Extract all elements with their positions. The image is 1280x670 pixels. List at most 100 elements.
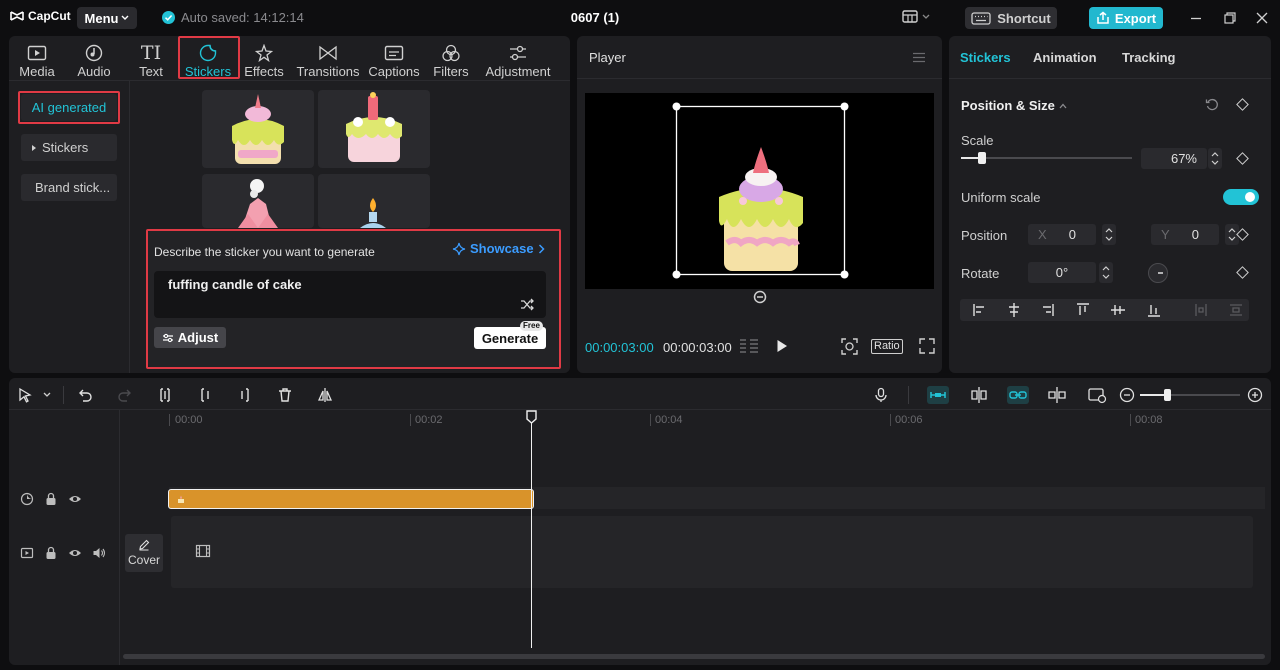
horizontal-scrollbar[interactable] <box>123 654 1265 659</box>
split-icon[interactable] <box>157 387 173 403</box>
sticker-thumbnail[interactable] <box>202 90 314 168</box>
captions-icon <box>384 45 404 61</box>
volume-icon[interactable] <box>92 546 106 560</box>
undo-icon[interactable] <box>77 387 93 403</box>
position-size-header[interactable]: Position & Size <box>961 98 1067 113</box>
link-icon <box>1009 391 1027 399</box>
ruler-tick <box>410 414 411 426</box>
tab-tracking[interactable]: Tracking <box>1122 50 1175 65</box>
split-left-icon[interactable] <box>197 387 213 403</box>
zoom-slider[interactable] <box>1140 389 1240 401</box>
sticker-thumbnail[interactable] <box>318 174 430 228</box>
fit-frame-icon[interactable] <box>841 338 858 355</box>
close-icon[interactable] <box>1254 10 1270 26</box>
linkage-toggle[interactable] <box>1007 386 1029 404</box>
tab-adjustment[interactable]: Adjustment <box>483 39 553 79</box>
keyframe-diamond-icon[interactable] <box>1236 152 1249 165</box>
play-icon[interactable] <box>776 339 788 353</box>
zoom-slider-handle[interactable] <box>1164 389 1171 401</box>
sticker-clip[interactable] <box>168 489 534 509</box>
align-center-h-icon <box>1009 303 1019 317</box>
rotate-stepper[interactable] <box>1099 262 1113 283</box>
ruler-tick <box>650 414 651 426</box>
minimize-icon[interactable] <box>1188 10 1204 26</box>
rotate-input[interactable]: 0° <box>1028 262 1096 283</box>
time-ruler[interactable] <box>169 414 1269 428</box>
sidebar-item-brand-stickers[interactable]: Brand stick... <box>21 174 117 201</box>
align-left-icon <box>973 304 984 316</box>
keyframe-diamond-icon[interactable] <box>1236 98 1249 111</box>
keyframe-diamond-icon[interactable] <box>1236 266 1249 279</box>
main-track-magnet-icon <box>930 392 946 398</box>
export-button[interactable]: Export <box>1089 7 1163 29</box>
eye-icon[interactable] <box>68 492 82 506</box>
tab-effects[interactable]: Effects <box>243 39 285 79</box>
layout-menu[interactable] <box>902 10 930 23</box>
stepper-arrows-icon <box>1211 152 1219 165</box>
zoom-out-icon[interactable] <box>1119 387 1135 403</box>
position-y-input[interactable]: Y 0 <box>1151 224 1219 245</box>
hamburger-icon[interactable] <box>912 52 926 63</box>
rotate-handle-icon[interactable] <box>752 290 768 304</box>
ratio-button[interactable]: Ratio <box>871 339 903 354</box>
y-label: Y <box>1161 227 1170 242</box>
sticker-thumbnail[interactable] <box>202 174 314 228</box>
magnet-toggle[interactable] <box>927 386 949 404</box>
tab-transitions[interactable]: Transitions <box>296 39 360 79</box>
preview-axis-icon[interactable] <box>1047 386 1067 404</box>
tab-captions[interactable]: Captions <box>366 39 422 79</box>
scale-slider-handle[interactable] <box>978 152 986 164</box>
uniform-scale-toggle[interactable] <box>1223 189 1259 205</box>
tab-audio[interactable]: Audio <box>71 39 117 79</box>
app-logo: CapCut <box>10 9 71 23</box>
cover-button[interactable]: Cover <box>125 534 163 572</box>
shortcut-button[interactable]: Shortcut <box>965 7 1057 29</box>
tab-animation[interactable]: Animation <box>1033 50 1097 65</box>
playhead-handle-icon[interactable] <box>526 410 537 424</box>
rotate-dial-icon[interactable] <box>1147 262 1169 284</box>
zoom-in-icon[interactable] <box>1247 387 1263 403</box>
tab-media[interactable]: Media <box>14 39 60 79</box>
microphone-icon[interactable] <box>873 387 889 403</box>
scale-slider[interactable] <box>961 152 1132 164</box>
film-icon <box>195 544 211 558</box>
fullscreen-icon[interactable] <box>919 338 935 354</box>
scale-label: Scale <box>961 133 994 148</box>
redo-icon[interactable] <box>117 387 133 403</box>
ruler-tick <box>169 414 170 426</box>
main-video-track[interactable] <box>171 516 1253 588</box>
align-icons[interactable] <box>960 299 1249 321</box>
autosave-text: Auto saved: 14:12:14 <box>181 10 304 25</box>
lock-icon[interactable] <box>44 492 58 506</box>
scale-input[interactable]: 67% <box>1141 148 1207 169</box>
timeline-list-icon[interactable] <box>738 338 760 354</box>
tab-stickers-props[interactable]: Stickers <box>960 50 1011 65</box>
menu-button[interactable]: Menu <box>77 7 137 29</box>
lock-icon[interactable] <box>44 546 58 560</box>
edit-pencil-icon <box>139 539 150 551</box>
delete-icon[interactable] <box>277 387 293 403</box>
tab-text[interactable]: TI Text <box>130 39 172 79</box>
reset-icon[interactable] <box>1205 98 1219 112</box>
select-cursor-icon[interactable] <box>17 387 33 403</box>
chevron-down-icon[interactable] <box>43 392 51 398</box>
caret-right-icon <box>32 144 36 151</box>
export-label: Export <box>1114 10 1157 26</box>
position-x-stepper[interactable] <box>1102 224 1116 245</box>
mirror-icon[interactable] <box>317 387 333 403</box>
scale-value: 67% <box>1170 151 1197 166</box>
preview-canvas[interactable] <box>585 93 934 289</box>
transitions-icon <box>319 45 337 61</box>
scale-stepper[interactable] <box>1208 148 1222 169</box>
thumbnail-view-icon[interactable] <box>1087 386 1107 404</box>
tab-filters[interactable]: Filters <box>430 39 472 79</box>
sidebar-item-stickers[interactable]: Stickers <box>21 134 117 161</box>
eye-icon[interactable] <box>68 546 82 560</box>
playhead[interactable] <box>531 412 532 648</box>
auto-snap-icon[interactable] <box>969 386 989 404</box>
sticker-thumbnail[interactable] <box>318 90 430 168</box>
split-right-icon[interactable] <box>237 387 253 403</box>
toolbar-divider <box>63 386 64 404</box>
position-x-input[interactable]: X 0 <box>1028 224 1096 245</box>
restore-icon[interactable] <box>1222 10 1238 26</box>
